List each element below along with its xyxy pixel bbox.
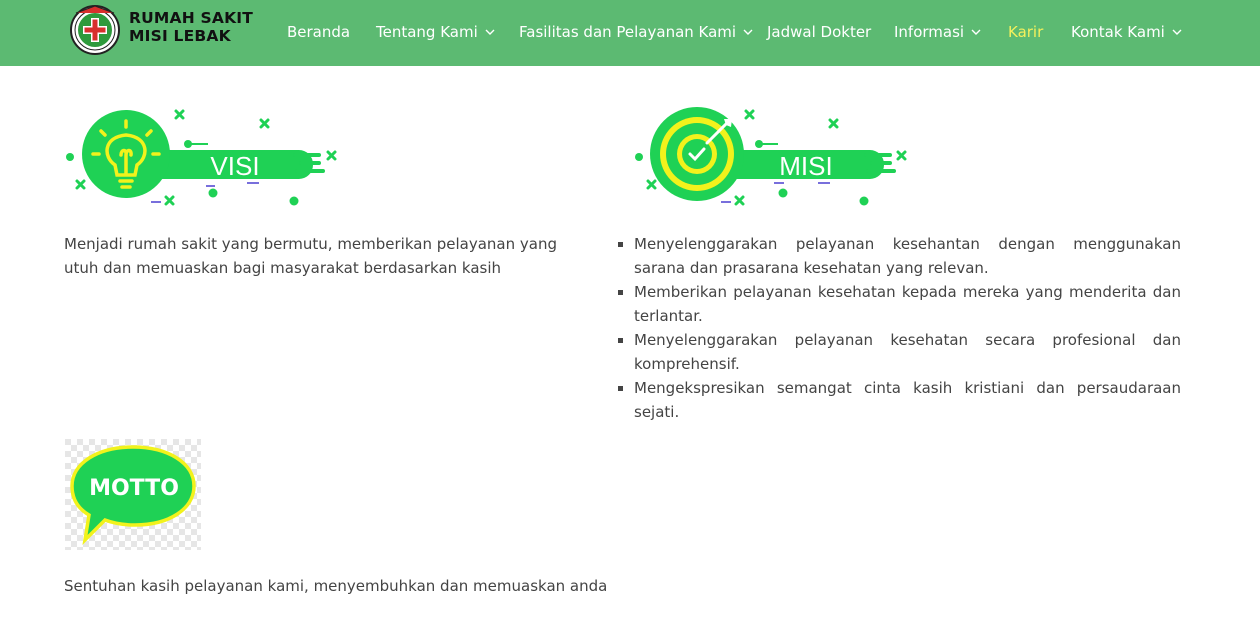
bullet: [618, 290, 623, 295]
nav-karir[interactable]: Karir: [1008, 21, 1043, 43]
nav-label: Kontak Kami: [1071, 23, 1165, 41]
misi-banner: MISI: [635, 107, 907, 206]
motto-bubble-label: MOTTO: [89, 476, 179, 501]
brand-line-2: MISI LEBAK: [129, 27, 231, 45]
nav-tentang-kami[interactable]: Tentang Kami: [376, 21, 495, 43]
list-item: Memberikan pelayanan kesehatan kepada me…: [616, 280, 1181, 328]
chevron-down-icon: [743, 29, 753, 35]
visi-banner-label: VISI: [210, 151, 259, 181]
bullet: [618, 386, 623, 391]
chevron-down-icon: [485, 29, 495, 35]
motto-bubble: MOTTO: [65, 439, 201, 550]
nav-label: Tentang Kami: [376, 23, 478, 41]
nav-fasilitas[interactable]: Fasilitas dan Pelayanan Kami: [519, 21, 753, 43]
nav-beranda[interactable]: Beranda: [287, 21, 350, 43]
motto-text: Sentuhan kasih pelayanan kami, menyembuh…: [64, 577, 608, 595]
nav-label: Jadwal Dokter: [767, 23, 872, 41]
misi-item-text: Menyelenggarakan pelayanan kesehantan de…: [634, 235, 1181, 277]
brand-line-1: RUMAH SAKIT: [129, 9, 254, 27]
bullet: [618, 242, 623, 247]
list-item: Menyelenggarakan pelayanan kesehatan sec…: [616, 328, 1181, 376]
nav-label: Beranda: [287, 23, 351, 41]
target-icon: [650, 107, 744, 201]
chevron-down-icon: [971, 29, 981, 35]
site-header: RUMAH SAKIT MISI LEBAK Beranda Tentang K…: [0, 0, 1260, 66]
visi-text: Menjadi rumah sakit yang bermutu, member…: [64, 235, 557, 277]
nav-jadwal-dokter[interactable]: Jadwal Dokter: [767, 21, 871, 43]
bullet: [618, 338, 623, 343]
misi-list: Menyelenggarakan pelayanan kesehantan de…: [616, 232, 1181, 424]
misi-item-text: Menyelenggarakan pelayanan kesehatan sec…: [634, 331, 1181, 373]
misi-item-text: Mengekspresikan semangat cinta kasih kri…: [634, 379, 1181, 421]
nav-label: Informasi: [894, 23, 965, 41]
misi-banner-label: MISI: [779, 151, 832, 181]
nav-label: Fasilitas dan Pelayanan Kami: [519, 23, 737, 41]
visi-banner: VISI: [66, 109, 337, 206]
nav-label: Karir: [1008, 23, 1044, 41]
site-brand[interactable]: RUMAH SAKIT MISI LEBAK: [129, 9, 253, 45]
hospital-emblem-icon[interactable]: [66, 3, 124, 55]
nav-kontak-kami[interactable]: Kontak Kami: [1071, 21, 1182, 43]
misi-item-text: Memberikan pelayanan kesehatan kepada me…: [634, 283, 1181, 325]
chevron-down-icon: [1172, 29, 1182, 35]
nav-informasi[interactable]: Informasi: [894, 21, 981, 43]
list-item: Mengekspresikan semangat cinta kasih kri…: [616, 376, 1181, 424]
list-item: Menyelenggarakan pelayanan kesehantan de…: [616, 232, 1181, 280]
